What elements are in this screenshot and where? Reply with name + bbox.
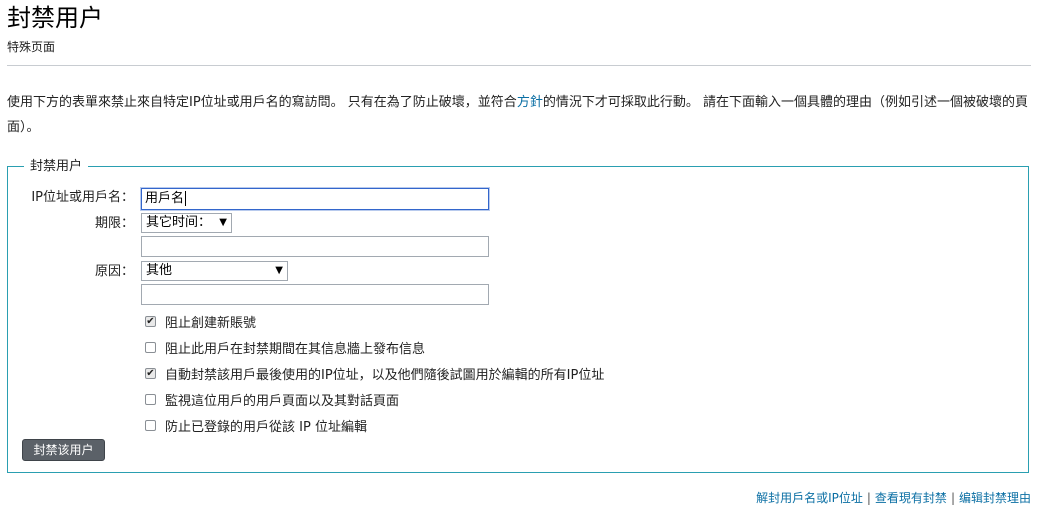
intro-text-before: 使用下方的表單來禁止來自特定IP位址或用戶名的寫訪問。 只有在為了防止破壞，並符… [7,95,517,110]
link-separator: | [950,491,955,505]
option-label: 監視這位用戶的用戶頁面以及其對話頁面 [165,394,400,409]
page-subtitle: 特殊页面 [7,40,56,54]
page-title: 封禁用户 [7,4,103,32]
option-row-block-account-creation[interactable]: ✔ 阻止創建新賬號 [145,312,256,331]
option-label: 自動封禁該用戶最後使用的IP位址，以及他們隨後試圖用於編輯的所有IP位址 [165,368,605,383]
option-row-hardblock[interactable]: 防止已登錄的用戶從該 IP 位址編輯 [145,416,367,435]
checkbox-block-account-creation[interactable]: ✔ [145,316,156,327]
checkbox-block-wall-posting[interactable] [145,342,156,353]
block-form-fieldset: 封禁用户 IP位址或用戶名： 用戶名​ 期限： 其它时间： ▼ 原因： 其他 ▼… [7,158,1029,473]
target-label: IP位址或用戶名： [31,190,134,205]
intro-paragraph: 使用下方的表單來禁止來自特定IP位址或用戶名的寫訪問。 只有在為了防止破壞，並符… [7,90,1031,140]
unblock-link[interactable]: 解封用戶名或IP位址 [756,491,863,505]
dropdown-arrow-icon: ▼ [275,265,283,276]
expiry-select[interactable]: 其它时间： ▼ [141,213,232,233]
option-label: 阻止此用戶在封禁期間在其信息牆上發布信息 [165,342,426,357]
policy-link[interactable]: 方針 [517,95,543,110]
checkbox-hardblock[interactable] [145,420,156,431]
target-input[interactable]: 用戶名​ [141,188,489,210]
option-label: 防止已登錄的用戶從該 IP 位址編輯 [165,420,367,435]
option-row-block-wall-posting[interactable]: 阻止此用戶在封禁期間在其信息牆上發布信息 [145,338,425,357]
expiry-other-input[interactable] [141,236,489,257]
title-divider [7,65,1031,66]
reason-label: 原因： [94,264,134,279]
option-row-autoblock-ip[interactable]: ✔ 自動封禁該用戶最後使用的IP位址，以及他們隨後試圖用於編輯的所有IP位址 [145,364,604,383]
edit-block-reasons-link[interactable]: 编辑封禁理由 [959,491,1031,505]
expiry-selected: 其它时间： [146,215,212,230]
reason-selected: 其他 [146,263,173,278]
link-separator: | [866,491,871,505]
checkbox-autoblock-ip[interactable]: ✔ [145,368,156,379]
footer-links: 解封用戶名或IP位址 | 查看現有封禁 | 编辑封禁理由 [756,490,1031,506]
reason-other-input[interactable] [141,284,489,305]
reason-select[interactable]: 其他 ▼ [141,261,288,281]
checkbox-watch-user[interactable] [145,394,156,405]
option-label: 阻止創建新賬號 [165,316,257,331]
text-cursor: ​ [185,191,187,206]
dropdown-arrow-icon: ▼ [219,217,227,228]
target-input-value: 用戶名 [145,191,185,206]
option-row-watch-user[interactable]: 監視這位用戶的用戶頁面以及其對話頁面 [145,390,399,409]
view-blocks-link[interactable]: 查看現有封禁 [875,491,947,505]
block-user-button[interactable]: 封禁该用户 [22,439,105,461]
fieldset-legend: 封禁用户 [24,158,89,176]
expiry-label: 期限： [94,216,134,231]
